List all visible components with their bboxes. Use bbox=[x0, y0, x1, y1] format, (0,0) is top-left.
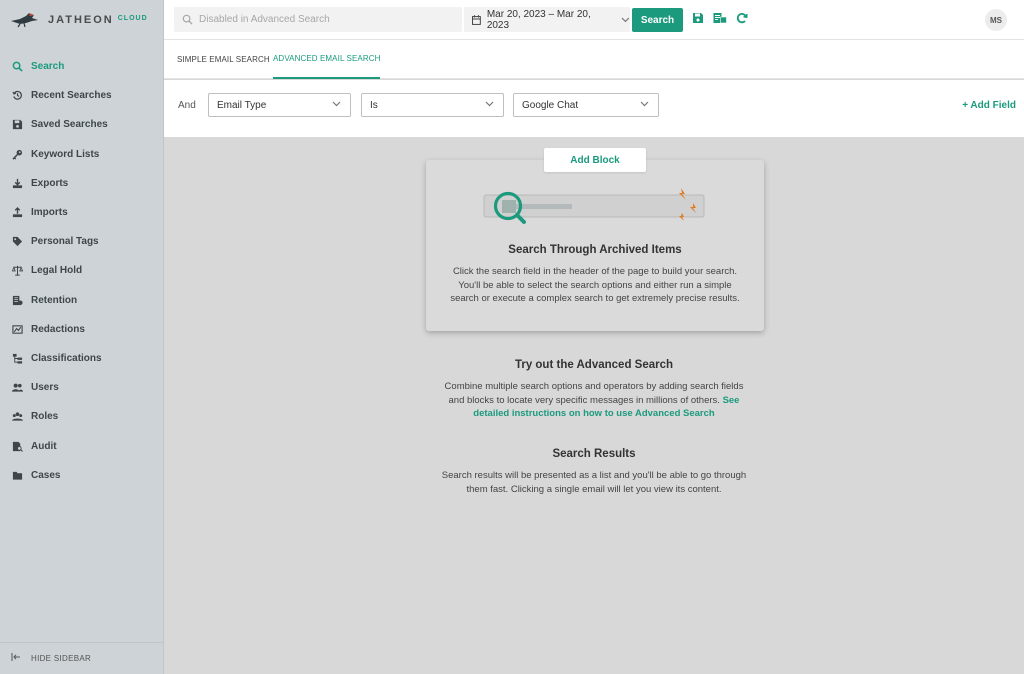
collapse-left-icon bbox=[11, 653, 21, 664]
brand-suffix: CLOUD bbox=[117, 14, 148, 22]
sidebar-item-cases[interactable]: Cases bbox=[0, 461, 163, 490]
save-icon bbox=[12, 119, 23, 130]
chevron-down-icon bbox=[621, 17, 630, 22]
sidebar-item-label: Personal Tags bbox=[31, 236, 99, 248]
retention-icon bbox=[12, 295, 23, 306]
sidebar-item-redactions[interactable]: Redactions bbox=[0, 315, 163, 344]
sidebar-item-imports[interactable]: Imports bbox=[0, 198, 163, 227]
users-icon bbox=[12, 382, 23, 393]
sidebar-item-label: Redactions bbox=[31, 323, 85, 335]
hide-sidebar-button[interactable]: HIDE SIDEBAR bbox=[0, 642, 163, 674]
saved-searches-icon[interactable] bbox=[713, 12, 727, 26]
date-range-value: Mar 20, 2023 – Mar 20, 2023 bbox=[486, 8, 591, 31]
top-bar: Disabled in Advanced Search Mar 20, 2023… bbox=[164, 0, 1024, 40]
sidebar-item-personal-tags[interactable]: Personal Tags bbox=[0, 227, 163, 256]
advanced-search-text: Combine multiple search options and oper… bbox=[444, 381, 744, 406]
sidebar-nav: Search Recent Searches Saved Searches Ke… bbox=[0, 52, 163, 490]
sidebar-item-label: Roles bbox=[31, 411, 59, 423]
history-icon bbox=[12, 90, 23, 101]
advanced-search-description: Combine multiple search options and oper… bbox=[439, 380, 749, 421]
advanced-search-title: Try out the Advanced Search bbox=[514, 359, 674, 371]
search-results-title: Search Results bbox=[552, 448, 636, 460]
search-button[interactable]: Search bbox=[632, 8, 683, 32]
calendar-icon bbox=[472, 14, 481, 25]
add-field-link[interactable]: + Add Field bbox=[962, 100, 1016, 111]
sidebar-item-saved-searches[interactable]: Saved Searches bbox=[0, 110, 163, 139]
search-illustration-icon bbox=[483, 188, 705, 224]
operator-select[interactable]: Is bbox=[361, 93, 504, 117]
sidebar-item-label: Exports bbox=[31, 177, 69, 189]
tab-advanced-email-search[interactable]: ADVANCED EMAIL SEARCH bbox=[273, 40, 381, 79]
sidebar-item-label: Keyword Lists bbox=[31, 148, 100, 160]
sidebar-item-label: Retention bbox=[31, 294, 78, 306]
search-icon bbox=[12, 61, 23, 72]
save-search-icon[interactable] bbox=[692, 12, 706, 26]
search-icon bbox=[182, 14, 193, 25]
sidebar-item-retention[interactable]: Retention bbox=[0, 286, 163, 315]
sidebar-item-audit[interactable]: Audit bbox=[0, 431, 163, 460]
sidebar-item-label: Legal Hold bbox=[31, 265, 83, 277]
user-avatar[interactable]: MS bbox=[985, 9, 1007, 31]
chevron-down-icon bbox=[332, 101, 341, 107]
scale-icon bbox=[12, 265, 23, 276]
brand-name: JATHEON bbox=[48, 14, 114, 26]
tag-icon bbox=[12, 236, 23, 247]
audit-icon bbox=[12, 441, 23, 452]
sidebar-item-legal-hold[interactable]: Legal Hold bbox=[0, 256, 163, 285]
sidebar-item-users[interactable]: Users bbox=[0, 373, 163, 402]
sidebar-item-label: Users bbox=[31, 382, 59, 394]
field-select[interactable]: Email Type bbox=[208, 93, 351, 117]
advanced-filter-row: And Email Type Is Google Chat + Add Fiel… bbox=[164, 80, 1024, 137]
export-icon bbox=[12, 178, 23, 189]
logo[interactable]: JATHEON CLOUD bbox=[0, 0, 163, 40]
chevron-down-icon bbox=[640, 101, 649, 107]
tab-simple-email-search[interactable]: SIMPLE EMAIL SEARCH bbox=[177, 40, 270, 79]
value-select-value: Google Chat bbox=[522, 99, 579, 111]
search-placeholder: Disabled in Advanced Search bbox=[199, 14, 330, 25]
logo-fox-icon bbox=[10, 12, 42, 28]
value-select[interactable]: Google Chat bbox=[513, 93, 659, 117]
sidebar-item-roles[interactable]: Roles bbox=[0, 402, 163, 431]
sidebar-item-label: Audit bbox=[31, 440, 57, 452]
search-results-description: Search results will be presented as a li… bbox=[441, 470, 747, 495]
roles-icon bbox=[12, 411, 23, 422]
card-title: Search Through Archived Items bbox=[508, 244, 682, 256]
sidebar-item-label: Saved Searches bbox=[31, 119, 108, 131]
sidebar-item-label: Classifications bbox=[31, 352, 102, 364]
refresh-icon[interactable] bbox=[736, 12, 750, 26]
import-icon bbox=[12, 207, 23, 218]
search-tabs: SIMPLE EMAIL SEARCH ADVANCED EMAIL SEARC… bbox=[164, 40, 1024, 79]
sidebar-item-classifications[interactable]: Classifications bbox=[0, 344, 163, 373]
info-card: Search Through Archived Items Click the … bbox=[426, 160, 764, 331]
card-description: Click the search field in the header of … bbox=[450, 266, 740, 304]
sidebar-item-label: Recent Searches bbox=[31, 90, 112, 102]
and-operator-label: And bbox=[178, 100, 196, 111]
folder-icon bbox=[12, 470, 23, 481]
chevron-down-icon bbox=[485, 101, 494, 107]
main-content: Search Through Archived Items Click the … bbox=[164, 137, 1024, 674]
key-icon bbox=[12, 149, 23, 160]
date-range-picker[interactable]: Mar 20, 2023 – Mar 20, 2023 bbox=[464, 7, 630, 32]
sidebar-item-search[interactable]: Search bbox=[0, 52, 163, 81]
search-input[interactable]: Disabled in Advanced Search bbox=[174, 7, 462, 32]
hide-sidebar-label: HIDE SIDEBAR bbox=[31, 654, 92, 663]
sidebar-item-keyword-lists[interactable]: Keyword Lists bbox=[0, 140, 163, 169]
sidebar-item-label: Search bbox=[31, 61, 65, 73]
sidebar-item-label: Imports bbox=[31, 207, 68, 219]
sidebar-item-recent-searches[interactable]: Recent Searches bbox=[0, 81, 163, 110]
classification-icon bbox=[12, 353, 23, 364]
sidebar: JATHEON CLOUD Search Recent Searches Sav… bbox=[0, 0, 164, 674]
operator-select-value: Is bbox=[370, 99, 378, 111]
field-select-value: Email Type bbox=[217, 99, 267, 111]
sidebar-item-label: Cases bbox=[31, 469, 61, 481]
sidebar-item-exports[interactable]: Exports bbox=[0, 169, 163, 198]
redaction-icon bbox=[12, 324, 23, 335]
add-block-button[interactable]: Add Block bbox=[544, 148, 646, 172]
